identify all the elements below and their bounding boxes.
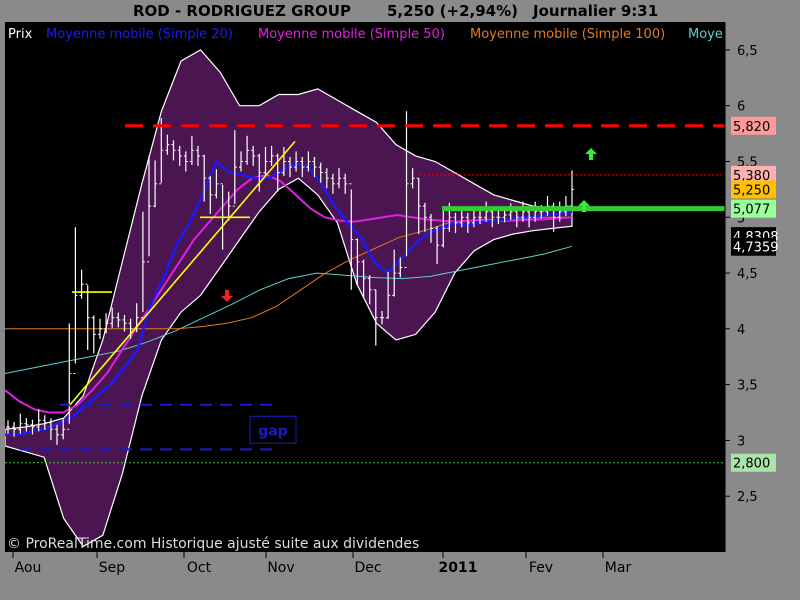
price-label: 5,077 [733,203,770,218]
legend-item: Moyenne mobile (Simple 20) [46,27,233,42]
price-label: 2,800 [733,457,770,472]
legend-item: Moyenne mobile (Simple 50) [258,27,445,42]
gap-label: gap [258,423,288,439]
price-label: 4,7359 [733,241,779,256]
y-tick-label: 3 [737,434,745,449]
x-tick-label: Fev [529,560,553,576]
price-label: 5,250 [733,183,770,198]
x-tick-label: Sep [99,560,126,576]
x-tick-label: Oct [187,560,212,576]
y-tick-label: 3,5 [737,379,758,394]
x-tick-label: Nov [267,560,294,576]
y-tick-label: 6 [737,100,745,115]
legend-item: Prix [8,27,33,42]
y-tick-label: 4 [737,323,745,338]
x-tick-label: Mar [605,560,632,576]
left-frame [0,22,5,552]
legend-item: Moyenne mobile (Simple 100) [470,27,665,42]
x-tick-label: 2011 [439,560,478,576]
y-tick-label: 2,5 [737,490,758,505]
legend-item: Moye [688,27,723,42]
x-tick-label: Aou [15,560,42,576]
price-label: 5,820 [733,120,770,135]
x-tick-label: Dec [354,560,381,576]
price-chart[interactable]: gap2,533,544,555,566,55,8205,3805,2505,0… [0,0,800,600]
copyright-text: © ProRealTime.com Historique ajusté suit… [7,536,419,552]
y-tick-label: 4,5 [737,267,758,282]
y-tick-label: 6,5 [737,44,758,59]
